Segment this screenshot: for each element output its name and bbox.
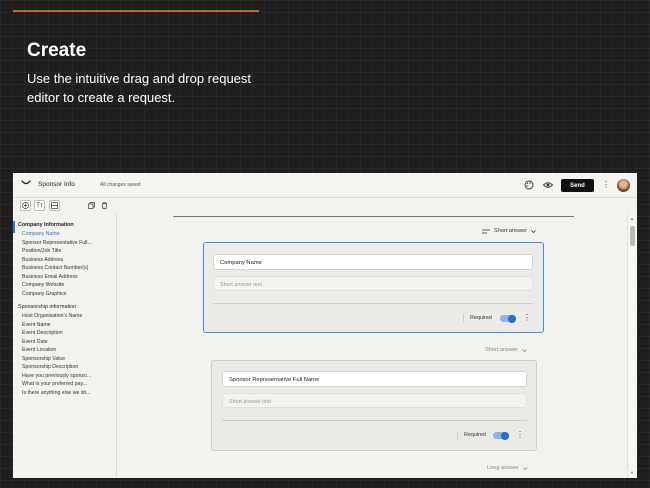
delete-icon[interactable] <box>99 200 110 211</box>
question-type-label: Short answer <box>494 228 527 234</box>
scroll-down-icon[interactable]: ▼ <box>630 470 634 475</box>
top-bar: Sponsor Info All changes saved Send ⋮ <box>13 173 637 198</box>
sidebar-item-host-organisation[interactable]: Host Organisation's Name <box>22 313 82 319</box>
active-item-indicator <box>13 221 15 233</box>
sidebar-item-event-location[interactable]: Event Location <box>22 347 56 353</box>
required-toggle[interactable] <box>493 431 509 440</box>
hero-title: Create <box>27 40 87 61</box>
sidebar-item-business-address[interactable]: Business Address <box>22 257 63 263</box>
sidebar-item-company-graphics[interactable]: Company Graphics <box>22 291 66 297</box>
question-type-dropdown[interactable]: Short answer <box>485 347 527 353</box>
section-icon[interactable] <box>49 200 60 211</box>
hero-description: Use the intuitive drag and drop request … <box>27 71 252 105</box>
scrollbar[interactable]: ▲ ▼ <box>627 214 637 478</box>
card-divider <box>213 303 533 304</box>
footer-separator <box>457 431 458 440</box>
logo-icon <box>21 180 31 185</box>
editor-toolbar: Tт <box>13 198 117 213</box>
scroll-up-icon[interactable]: ▲ <box>630 216 634 221</box>
footer-separator <box>463 314 464 323</box>
copy-icon[interactable] <box>86 200 97 211</box>
card-more-icon[interactable]: ⋮ <box>516 431 524 439</box>
sidebar-item-event-description[interactable]: Event Description <box>22 330 63 336</box>
answer-placeholder: Short answer text <box>213 276 533 291</box>
text-format-icon[interactable]: Tт <box>34 200 45 211</box>
question-type-dropdown[interactable]: Short answer <box>482 228 536 234</box>
required-label: Required <box>470 315 492 321</box>
sidebar-item-sponsorship-value[interactable]: Sponsorship Value <box>22 356 65 362</box>
sidebar-item-previously-sponsored[interactable]: Have you previously sponso... <box>22 373 91 379</box>
question-card-sponsor-representative[interactable]: Sponsor Representative Full Name Short a… <box>211 360 537 451</box>
sidebar-item-company-name[interactable]: Company Name <box>22 231 59 237</box>
card-divider <box>222 420 527 421</box>
sidebar-item-position-job-title[interactable]: Position/Job Title <box>22 248 61 254</box>
required-toggle[interactable] <box>500 314 516 323</box>
sidebar-item-event-name[interactable]: Event Name <box>22 322 51 328</box>
question-title-input[interactable]: Sponsor Representative Full Name <box>222 371 527 387</box>
required-label: Required <box>464 432 486 438</box>
sidebar-item-sponsor-representative[interactable]: Sponsor Representative Full... <box>22 240 92 246</box>
palette-icon[interactable] <box>524 180 534 190</box>
sidebar-item-business-email[interactable]: Business Email Address <box>22 274 78 280</box>
question-outline-sidebar: Company Information Company Name Sponsor… <box>13 214 117 478</box>
question-type-label: Long answer <box>487 465 520 471</box>
card-more-icon[interactable]: ⋮ <box>523 314 531 322</box>
scroll-thumb[interactable] <box>630 226 635 246</box>
question-type-dropdown[interactable]: Long answer <box>487 465 528 471</box>
preview-eye-icon[interactable] <box>543 180 553 190</box>
sidebar-item-business-contact-number[interactable]: Business Contact Number(s) <box>22 265 88 271</box>
sidebar-section-company-information[interactable]: Company Information <box>18 222 74 228</box>
short-text-icon <box>482 229 490 233</box>
avatar[interactable] <box>617 179 630 192</box>
question-title-input[interactable]: Company Name <box>213 254 533 270</box>
sidebar-section-sponsorship-information[interactable]: Sponsorship information <box>18 304 76 310</box>
section-divider <box>173 216 574 217</box>
save-status: All changes saved <box>100 182 141 188</box>
sidebar-item-sponsorship-description[interactable]: Sponsorship Description <box>22 364 78 370</box>
more-options-icon[interactable]: ⋮ <box>602 181 610 189</box>
document-title[interactable]: Sponsor Info <box>38 181 75 188</box>
accent-line <box>13 10 259 12</box>
answer-placeholder: Short answer text <box>222 393 527 408</box>
app-window: Sponsor Info All changes saved Send ⋮ Tт… <box>13 173 637 478</box>
question-type-label: Short answer <box>485 347 518 353</box>
question-card-company-name[interactable]: Company Name Short answer text Required … <box>203 242 544 333</box>
sidebar-item-company-website[interactable]: Company Website <box>22 282 64 288</box>
add-icon[interactable] <box>20 200 31 211</box>
sidebar-item-preferred-payment[interactable]: What is your preferred pay... <box>22 381 87 387</box>
send-button[interactable]: Send <box>561 179 594 192</box>
chevron-down-icon <box>531 229 536 233</box>
sidebar-item-anything-else[interactable]: Is there anything else we sh... <box>22 390 91 396</box>
chevron-down-icon <box>523 466 528 470</box>
editor-canvas: Short answer Company Name Short answer t… <box>117 214 627 478</box>
sidebar-item-event-date[interactable]: Event Date <box>22 339 48 345</box>
chevron-down-icon <box>522 348 527 352</box>
